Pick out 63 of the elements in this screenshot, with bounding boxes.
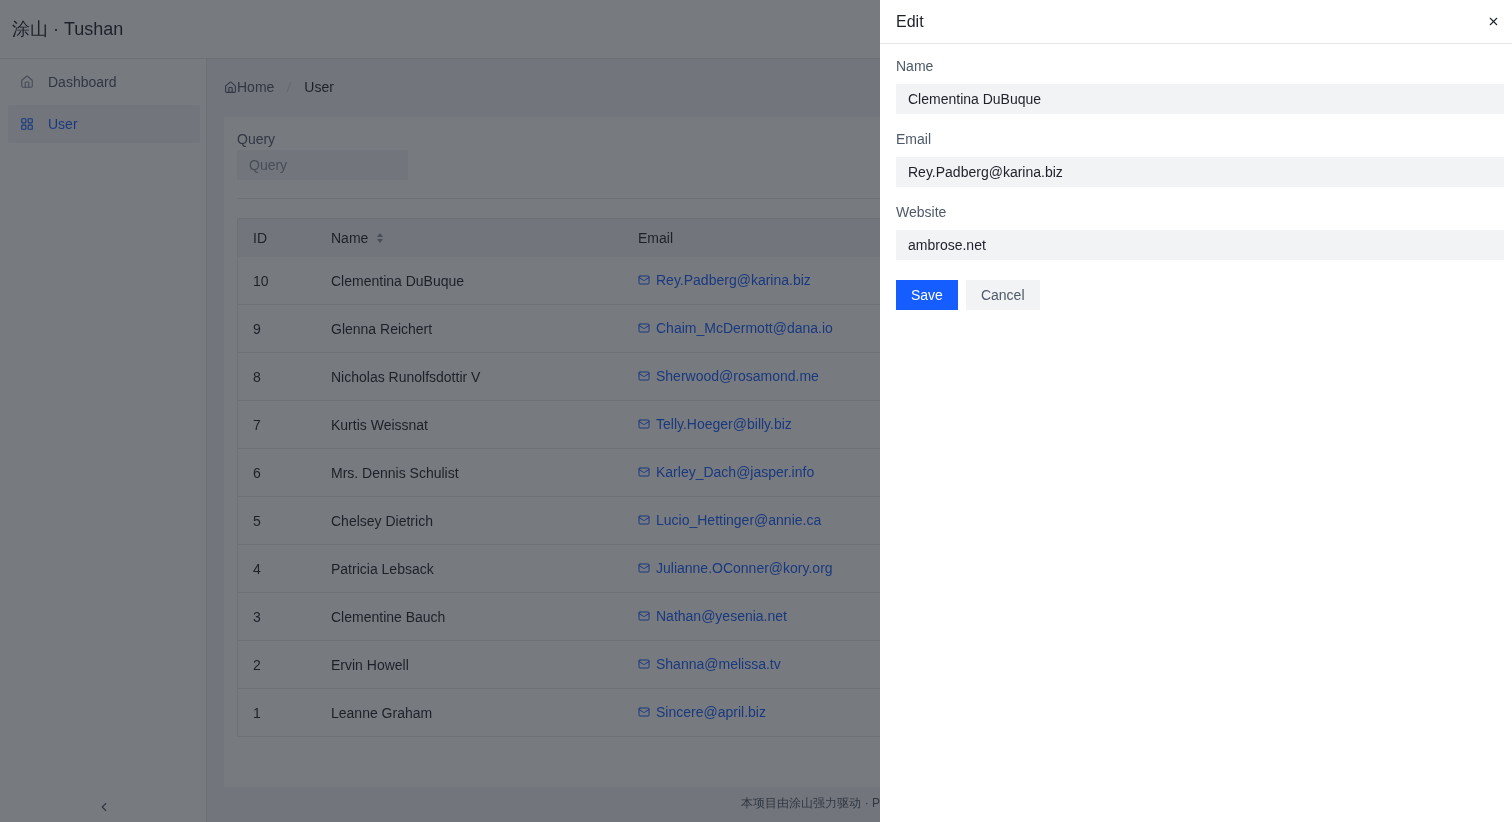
query-label: Query <box>237 131 276 147</box>
email-link[interactable]: Karley_Dach@jasper.info <box>638 464 815 480</box>
breadcrumb-item: User <box>304 79 334 95</box>
email-link[interactable]: Lucio_Hettinger@annie.ca <box>638 512 822 528</box>
field-label: Email <box>896 131 932 147</box>
input-field[interactable]: Rey.Padberg@karina.biz <box>896 157 1504 187</box>
table-cell: Nicholas Runolfsdottir V <box>316 352 623 401</box>
mail-icon <box>638 562 650 574</box>
mail-icon <box>638 658 650 670</box>
mail-icon <box>638 610 650 622</box>
sidebar-item[interactable]: User <box>8 105 200 143</box>
mail-icon <box>638 274 650 286</box>
table-cell: Leanne Graham <box>316 688 623 737</box>
table-cell: Patricia Lebsack <box>316 544 623 593</box>
table-cell: 9 <box>237 304 316 353</box>
email-link[interactable]: Sherwood@rosamond.me <box>638 368 819 384</box>
column-header: ID <box>237 218 316 257</box>
column-header: Name <box>316 218 623 257</box>
table-cell: Chelsey Dietrich <box>316 496 623 545</box>
table-cell: 6 <box>237 448 316 497</box>
table-cell: Clementina DuBuque <box>316 257 623 305</box>
app-title: 涂山 · Tushan <box>12 18 124 41</box>
table-cell: Ervin Howell <box>316 640 623 689</box>
email-link[interactable]: Shanna@melissa.tv <box>638 656 781 672</box>
table-cell: 8 <box>237 352 316 401</box>
sort-icon[interactable] <box>376 232 385 244</box>
table-cell: Mrs. Dennis Schulist <box>316 448 623 497</box>
table-cell: 2 <box>237 640 316 689</box>
input-field[interactable]: ambrose.net <box>896 230 1504 260</box>
drawer-title: Edit <box>896 12 924 31</box>
email-link[interactable]: Chaim_McDermott@dana.io <box>638 320 833 336</box>
field-label: Name <box>896 58 935 74</box>
home-icon <box>20 75 34 89</box>
close-icon[interactable] <box>1487 15 1500 28</box>
email-link[interactable]: Sincere@april.biz <box>638 704 766 720</box>
table-cell: 7 <box>237 400 316 449</box>
footer-text: 本项目由涂山强力驱动 · P <box>741 794 880 812</box>
table-cell: Clementine Bauch <box>316 592 623 641</box>
mail-icon <box>638 370 650 382</box>
email-link[interactable]: Nathan@yesenia.net <box>638 608 787 624</box>
breadcrumb-item[interactable]: Home <box>224 79 275 95</box>
home-icon <box>224 80 237 94</box>
email-link[interactable]: Telly.Hoeger@billy.biz <box>638 416 792 432</box>
input-field[interactable]: Clementina DuBuque <box>896 84 1504 114</box>
email-link[interactable]: Rey.Padberg@karina.biz <box>638 272 811 288</box>
table-cell: 5 <box>237 496 316 545</box>
table-cell: 3 <box>237 592 316 641</box>
email-link[interactable]: Julianne.OConner@kory.org <box>638 560 833 576</box>
table-cell: 4 <box>237 544 316 593</box>
mail-icon <box>638 418 650 430</box>
table-cell: 1 <box>237 688 316 737</box>
mail-icon <box>638 514 650 526</box>
field-label: Website <box>896 204 948 220</box>
grid-icon <box>20 117 34 131</box>
mail-icon <box>638 466 650 478</box>
save-button[interactable]: Save <box>896 280 958 310</box>
cancel-button[interactable]: Cancel <box>965 280 1040 310</box>
mail-icon <box>638 322 650 334</box>
table-cell: 10 <box>237 257 316 305</box>
mail-icon <box>638 706 650 718</box>
table-cell: Kurtis Weissnat <box>316 400 623 449</box>
sidebar-item[interactable]: Dashboard <box>8 63 200 101</box>
table-cell: Glenna Reichert <box>316 304 623 353</box>
